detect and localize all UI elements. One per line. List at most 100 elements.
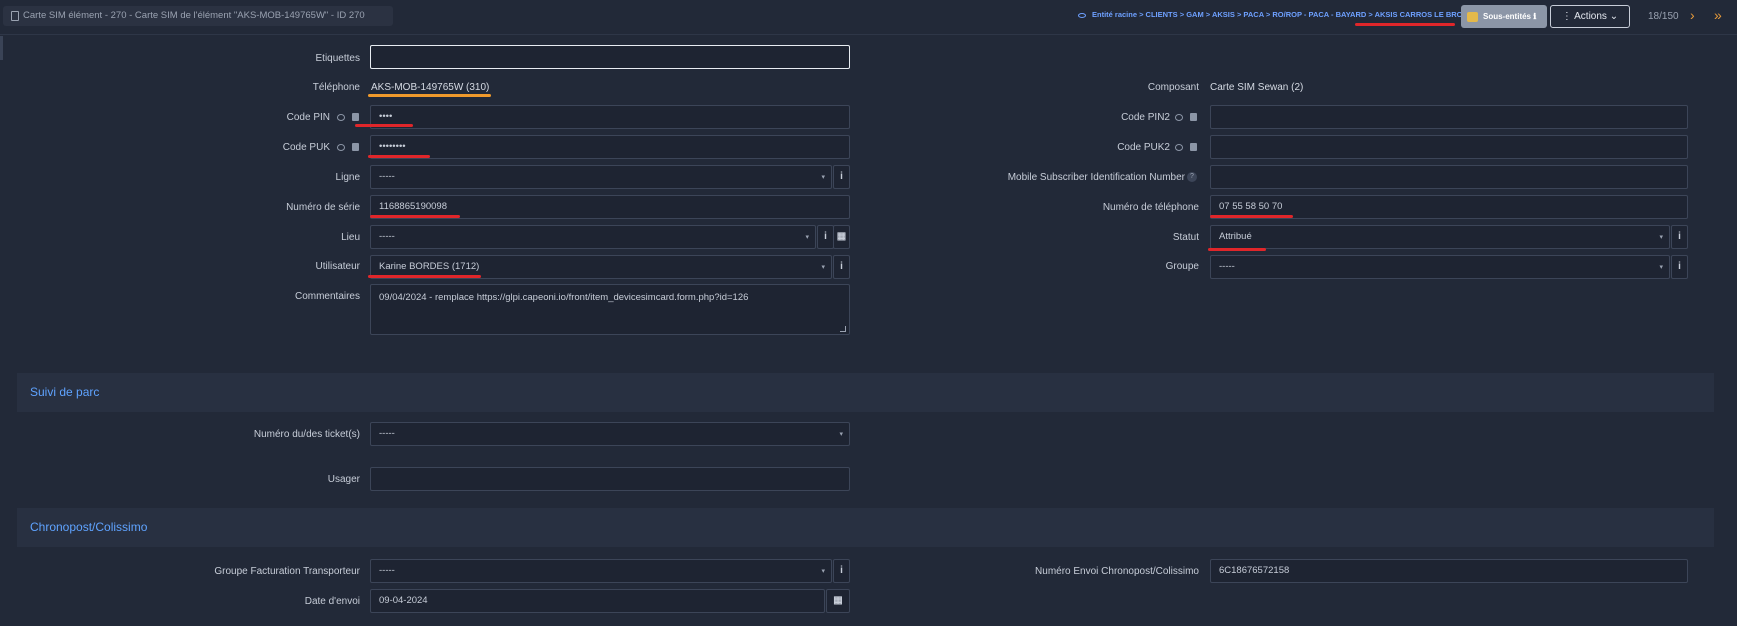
pin2-input[interactable]: [1210, 105, 1688, 129]
last-icon[interactable]: »: [1714, 7, 1722, 23]
annotation-underline: [370, 215, 460, 218]
subentities-icon: [1467, 12, 1478, 22]
lieu-label: Lieu: [341, 232, 360, 243]
ligne-select[interactable]: ----- ▾: [370, 165, 832, 189]
kebab-icon: ⋮: [1561, 11, 1572, 22]
envoi-label: Numéro Envoi Chronopost/Colissimo: [1035, 566, 1199, 577]
composant-link[interactable]: Carte SIM Sewan (2): [1210, 82, 1303, 93]
usager-label: Usager: [327, 474, 360, 485]
envoi-input[interactable]: 6C18676572158: [1210, 559, 1688, 583]
puk-label: Code PUK: [282, 142, 330, 153]
pager-count: 18/150: [1648, 11, 1679, 22]
subentities-label: Sous-entités: [1483, 12, 1532, 21]
eye-icon[interactable]: [1175, 144, 1183, 151]
puk2-input[interactable]: [1210, 135, 1688, 159]
chevron-down-icon: ▾: [1659, 264, 1663, 271]
annotation-underline: [1208, 248, 1266, 251]
help-icon[interactable]: ?: [1187, 172, 1197, 182]
chevron-down-icon: ▾: [821, 568, 825, 575]
copy-icon[interactable]: [352, 113, 359, 121]
annotation-underline: [368, 155, 430, 158]
next-icon[interactable]: ›: [1690, 7, 1695, 23]
chevron-down-icon: ▾: [821, 264, 825, 271]
calendar-icon[interactable]: ▦: [826, 589, 850, 613]
section-title: Suivi de parc: [30, 385, 100, 399]
page-title-text: Carte SIM élément - 270 - Carte SIM de l…: [23, 10, 365, 21]
msin-input[interactable]: [1210, 165, 1688, 189]
pin2-label: Code PIN2: [1121, 112, 1170, 123]
annotation-underline: [368, 275, 481, 278]
annotation-underline: [1355, 23, 1455, 26]
groupe-facturation-select[interactable]: ----- ▾: [370, 559, 832, 583]
info-button[interactable]: i: [817, 225, 834, 249]
breadcrumb[interactable]: Entité racine > CLIENTS > GAM > AKSIS > …: [1078, 10, 1468, 19]
pin-label: Code PIN: [286, 112, 330, 123]
actions-button[interactable]: ⋮ Actions ⌄: [1550, 5, 1630, 28]
date-envoi-input[interactable]: 09-04-2024: [370, 589, 825, 613]
commentaires-label: Commentaires: [294, 291, 360, 302]
page-title: Carte SIM élément - 270 - Carte SIM de l…: [3, 6, 393, 26]
eye-icon[interactable]: [1175, 114, 1183, 121]
tickets-select[interactable]: ----- ▾: [370, 422, 850, 446]
actions-label: Actions: [1574, 11, 1607, 22]
groupe-value: -----: [1219, 261, 1235, 272]
puk2-label: Code PUK2: [1117, 142, 1170, 153]
chevron-down-icon: ⌄: [1609, 11, 1619, 22]
utilisateur-label: Utilisateur: [315, 261, 360, 272]
phone-number-label: Numéro de téléphone: [1102, 202, 1199, 213]
ligne-value: -----: [379, 171, 395, 182]
info-button[interactable]: i: [833, 559, 850, 583]
groupe-label: Groupe: [1165, 261, 1199, 272]
top-bar: Carte SIM élément - 270 - Carte SIM de l…: [0, 0, 1737, 35]
statut-value: Attribué: [1219, 231, 1252, 242]
statut-select[interactable]: Attribué ▾: [1210, 225, 1670, 249]
resize-handle[interactable]: [840, 326, 846, 332]
puk-input[interactable]: ••••••••: [370, 135, 850, 159]
copy-icon[interactable]: [1190, 113, 1197, 121]
groupe-select[interactable]: ----- ▾: [1210, 255, 1670, 279]
copy-icon[interactable]: [1190, 143, 1197, 151]
eye-icon[interactable]: [337, 114, 345, 121]
etiquettes-label: Etiquettes: [315, 53, 360, 64]
section-title: Chronopost/Colissimo: [30, 520, 148, 534]
lieu-select[interactable]: ----- ▾: [370, 225, 816, 249]
chevron-down-icon: ▾: [1659, 234, 1663, 241]
telephone-link[interactable]: AKS-MOB-149765W (310): [371, 82, 489, 93]
statut-label: Statut: [1172, 232, 1199, 243]
info-button[interactable]: i: [1671, 255, 1688, 279]
info-icon: ℹ: [1533, 12, 1537, 21]
date-envoi-label: Date d'envoi: [304, 596, 360, 607]
pin-input[interactable]: ••••: [370, 105, 850, 129]
composant-label: Composant: [1147, 82, 1199, 93]
info-button[interactable]: i: [1671, 225, 1688, 249]
telephone-label: Téléphone: [312, 82, 360, 93]
utilisateur-value: Karine BORDES (1712): [379, 261, 480, 272]
info-button[interactable]: i: [833, 165, 850, 189]
left-edge-strip: [0, 36, 3, 60]
commentaires-textarea[interactable]: 09/04/2024 - remplace https://glpi.capeo…: [370, 284, 850, 335]
annotation-underline: [368, 94, 491, 97]
chevron-down-icon: ▾: [805, 234, 809, 241]
subentities-button[interactable]: Sous-entités ℹ: [1461, 5, 1547, 28]
lieu-value: -----: [379, 231, 395, 242]
usager-input[interactable]: [370, 467, 850, 491]
breadcrumb-text[interactable]: Entité racine > CLIENTS > GAM > AKSIS > …: [1092, 10, 1468, 19]
ligne-label: Ligne: [335, 172, 360, 183]
msin-label: Mobile Subscriber Identification Number: [1007, 172, 1185, 183]
map-icon[interactable]: ▦: [833, 225, 850, 249]
tickets-label: Numéro du/des ticket(s): [253, 429, 360, 440]
chevron-down-icon: ▾: [821, 174, 825, 181]
annotation-underline: [355, 124, 413, 127]
section-suivi-de-parc: Suivi de parc: [17, 373, 1714, 412]
info-button[interactable]: i: [833, 255, 850, 279]
tickets-value: -----: [379, 428, 395, 439]
groupe-facturation-label: Groupe Facturation Transporteur: [214, 566, 360, 577]
etiquettes-input[interactable]: [370, 45, 850, 69]
copy-icon[interactable]: [352, 143, 359, 151]
groupe-facturation-value: -----: [379, 565, 395, 576]
document-icon: [11, 11, 19, 21]
annotation-underline: [1210, 215, 1293, 218]
eye-icon[interactable]: [337, 144, 345, 151]
serial-label: Numéro de série: [286, 202, 360, 213]
eye-icon[interactable]: [1078, 12, 1086, 18]
